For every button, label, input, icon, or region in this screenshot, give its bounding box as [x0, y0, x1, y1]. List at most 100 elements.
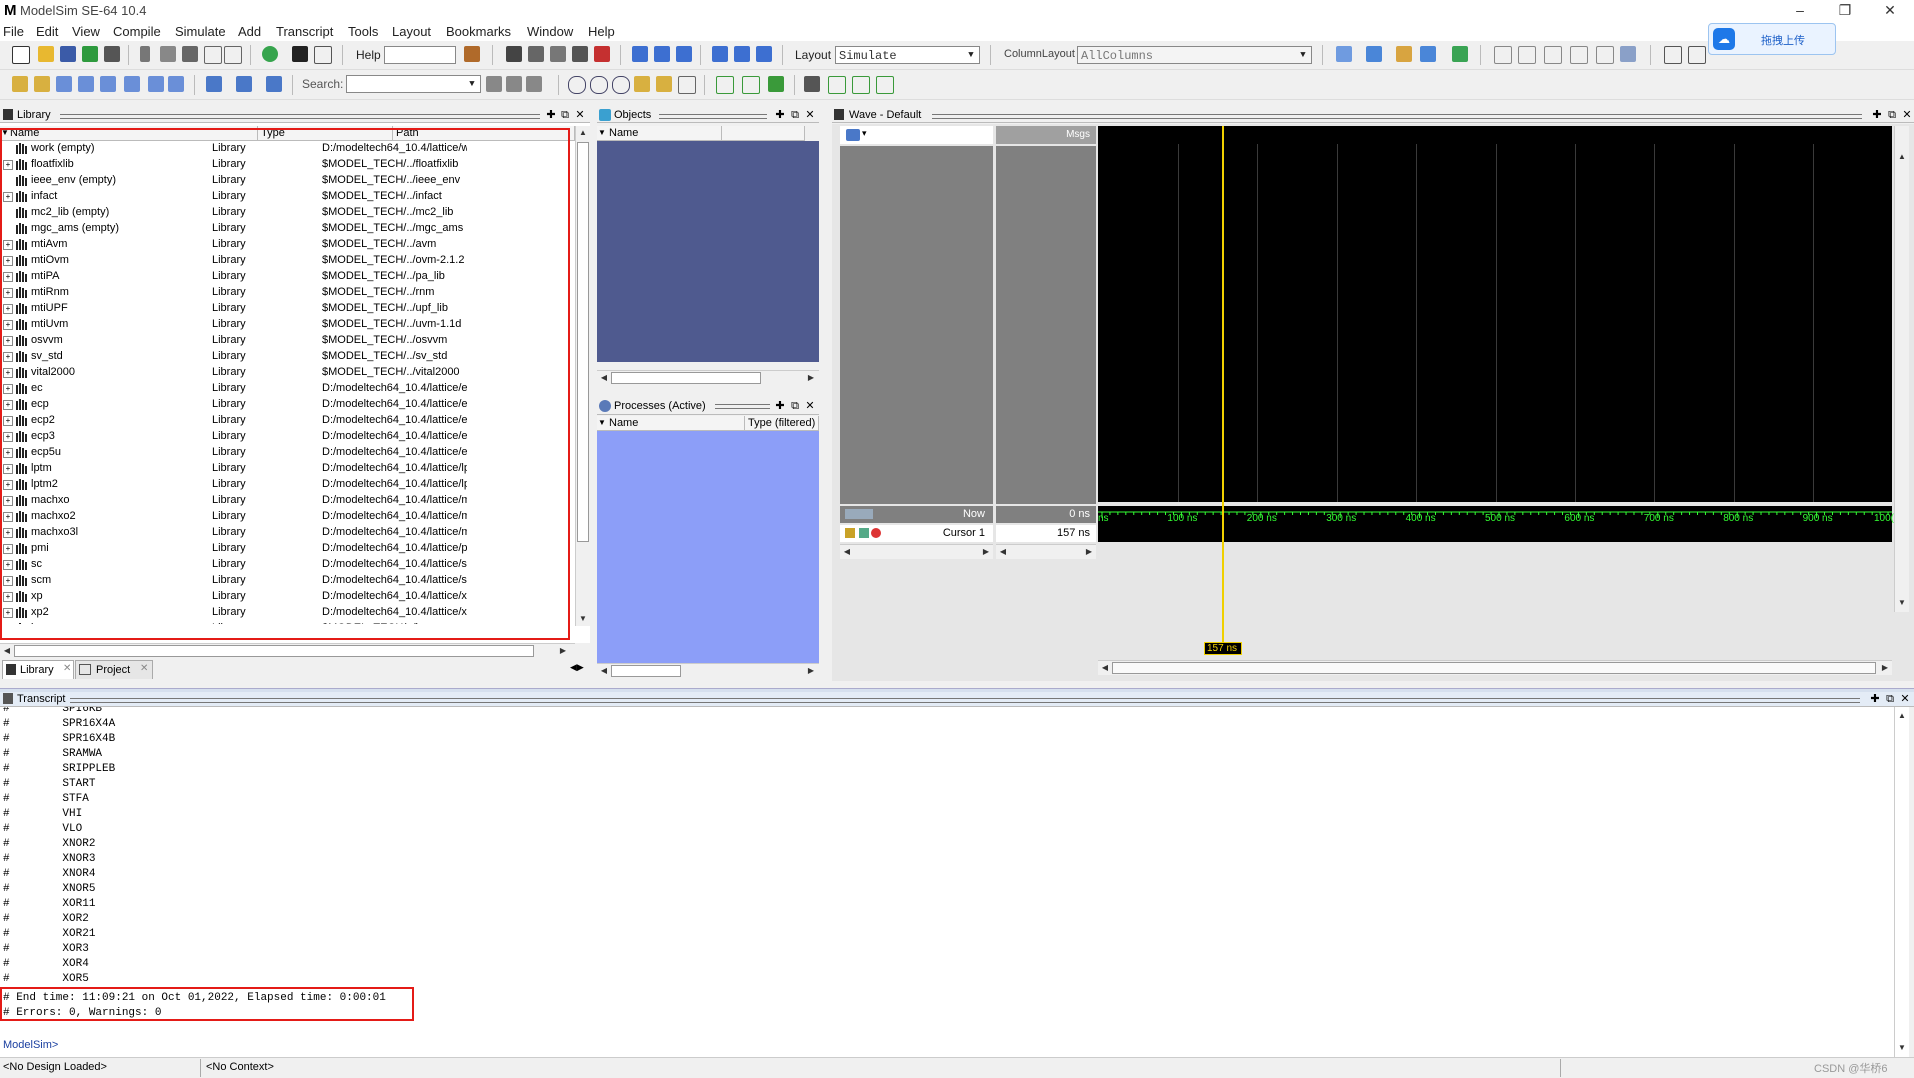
library-row[interactable]: + mtiUPF Library $MODEL_TECH/../upf_lib	[0, 302, 575, 315]
scroll-right-icon[interactable]: ▶	[556, 644, 570, 658]
scroll-left-icon[interactable]: ◀	[597, 664, 611, 678]
bracket-icon[interactable]	[1570, 46, 1588, 64]
expand-icon[interactable]: +	[3, 528, 13, 538]
binoculars-icon[interactable]	[292, 46, 308, 62]
library-row[interactable]: + ec Library D:/modeltech64_10.4/lattice/ec	[0, 382, 575, 395]
chevron-down-icon[interactable]: ▼	[963, 47, 979, 63]
expand-icon[interactable]: +	[3, 448, 13, 458]
menu-edit[interactable]: Edit	[36, 22, 58, 41]
compile-icon[interactable]	[506, 46, 522, 62]
all-icon[interactable]	[1596, 46, 1614, 64]
hier-6-icon[interactable]	[124, 76, 140, 92]
hier-5-icon[interactable]	[100, 76, 116, 92]
expand-icon[interactable]: +	[3, 592, 13, 602]
minimize-icon[interactable]: –	[1780, 0, 1820, 22]
close-tab-icon[interactable]: ✕	[140, 663, 148, 674]
undock-icon[interactable]: ⧉	[1884, 692, 1896, 706]
library-row[interactable]: + mtiOvm Library $MODEL_TECH/../ovm-2.1.2	[0, 254, 575, 267]
column-header-path[interactable]: Path	[393, 126, 575, 141]
scroll-down-icon[interactable]: ▼	[576, 612, 590, 626]
search-options-icon[interactable]	[526, 76, 542, 92]
processes-column-name[interactable]: ▼ Name	[597, 416, 745, 431]
transcript-pane[interactable]: # SPI6KB # SPR16X4A # SPR16X4B # SRAMWA # SR…	[0, 707, 1894, 1057]
zoom-full-icon[interactable]	[612, 76, 630, 94]
signal-2-icon[interactable]	[236, 76, 252, 92]
search-prev-icon[interactable]	[486, 76, 502, 92]
delete-cursor-icon[interactable]	[871, 528, 881, 538]
library-row[interactable]: + ecp2 Library D:/modeltech64_10.4/lattice/…	[0, 414, 575, 427]
expand-icon[interactable]: +	[3, 512, 13, 522]
dock-icon[interactable]: ✚	[774, 398, 786, 414]
expand-icon[interactable]: +	[3, 464, 13, 474]
scroll-thumb[interactable]	[14, 645, 534, 657]
expand-icon[interactable]: +	[3, 496, 13, 506]
wave-select-icon[interactable]	[846, 129, 860, 141]
expand-icon[interactable]: +	[3, 544, 13, 554]
wave-values-area[interactable]	[996, 146, 1096, 504]
library-row[interactable]: mgc_ams (empty) Library $MODEL_TECH/../mgc…	[0, 222, 575, 235]
library-row[interactable]: +ieeeLibrary$MODEL_TECH/../ieee	[0, 622, 575, 624]
layout-select[interactable]: Simulate ▼	[835, 46, 980, 64]
scroll-right-icon[interactable]: ▶	[979, 545, 993, 559]
scroll-thumb[interactable]	[611, 372, 761, 384]
chevron-down-icon[interactable]: ▼	[464, 76, 480, 92]
cursor-row[interactable]: Cursor 1	[840, 525, 993, 542]
library-row[interactable]: + scm Library D:/modeltech64_10.4/lattice/s…	[0, 574, 575, 587]
restore-icon[interactable]: ❐	[1825, 0, 1865, 22]
find-circle-icon[interactable]	[262, 46, 278, 62]
lock-icon[interactable]	[845, 528, 855, 538]
pen-icon[interactable]	[1620, 46, 1636, 62]
close-pane-icon[interactable]: ✕	[804, 398, 816, 414]
wave-tool-3-icon[interactable]	[1396, 46, 1412, 62]
menu-tools[interactable]: Tools	[348, 22, 378, 41]
library-row[interactable]: + lptm Library D:/modeltech64_10.4/lattice/…	[0, 462, 575, 475]
library-row[interactable]: ieee_env (empty) Library $MODEL_TECH/../ie…	[0, 174, 575, 187]
step-over-icon[interactable]	[654, 46, 670, 62]
chevron-down-icon[interactable]: ▾	[862, 128, 867, 139]
expand-icon[interactable]: +	[3, 432, 13, 442]
scroll-left-icon[interactable]: ◀	[1098, 661, 1112, 675]
reload-icon[interactable]	[82, 46, 98, 62]
expand-icon[interactable]: +	[3, 384, 13, 394]
close-pane-icon[interactable]: ✕	[804, 108, 816, 122]
library-row[interactable]: + sc Library D:/modeltech64_10.4/lattice/sc	[0, 558, 575, 571]
expand-icon[interactable]: +	[3, 336, 13, 346]
menu-help[interactable]: Help	[588, 22, 615, 41]
wave-tool-4-icon[interactable]	[1420, 46, 1436, 62]
copy-icon[interactable]	[160, 46, 176, 62]
menu-view[interactable]: View	[72, 22, 100, 41]
dock-icon[interactable]: ✚	[774, 108, 786, 122]
tab-project[interactable]: Project ✕	[75, 660, 153, 679]
wave-format-2-icon[interactable]	[742, 76, 760, 94]
scroll-thumb[interactable]	[1112, 662, 1876, 674]
select-mode-icon[interactable]	[1664, 46, 1682, 64]
processes-column-type[interactable]: Type (filtered)	[745, 416, 819, 431]
cursor-flag[interactable]: 157 ns	[1204, 642, 1242, 655]
library-row[interactable]: + mtiUvm Library $MODEL_TECH/../uvm-1.1d	[0, 318, 575, 331]
scroll-down-icon[interactable]: ▼	[1895, 596, 1909, 610]
expand-icon[interactable]: +	[3, 240, 13, 250]
undock-icon[interactable]: ⧉	[789, 398, 801, 414]
hier-7-icon[interactable]	[148, 76, 164, 92]
add-cursor-icon[interactable]	[859, 528, 869, 538]
column-header-type[interactable]: Type	[258, 126, 393, 141]
scroll-left-icon[interactable]: ◀	[996, 545, 1010, 559]
values-hscrollbar[interactable]: ◀ ▶	[996, 544, 1096, 559]
close-tab-icon[interactable]: ✕	[63, 663, 71, 674]
menu-simulate[interactable]: Simulate	[175, 22, 226, 41]
menu-bookmarks[interactable]: Bookmarks	[446, 22, 511, 41]
menu-window[interactable]: Window	[527, 22, 573, 41]
signal-3-icon[interactable]	[266, 76, 282, 92]
library-row[interactable]: + infact Library $MODEL_TECH/../infact	[0, 190, 575, 203]
library-row[interactable]: + machxo2 Library D:/modeltech64_10.4/latti…	[0, 510, 575, 523]
cut-icon[interactable]	[140, 46, 150, 62]
simulate-icon[interactable]	[550, 46, 566, 62]
wave-format-1-icon[interactable]	[716, 76, 734, 94]
scroll-right-icon[interactable]: ▶	[1878, 661, 1892, 675]
undock-icon[interactable]: ⧉	[559, 108, 571, 122]
hier-3-icon[interactable]	[56, 76, 72, 92]
dock-icon[interactable]: ✚	[1871, 108, 1883, 122]
cursor-tool-1-icon[interactable]	[1494, 46, 1512, 64]
transcript-vscrollbar[interactable]: ▲ ▼	[1894, 707, 1909, 1057]
undock-icon[interactable]: ⧉	[1886, 108, 1898, 122]
